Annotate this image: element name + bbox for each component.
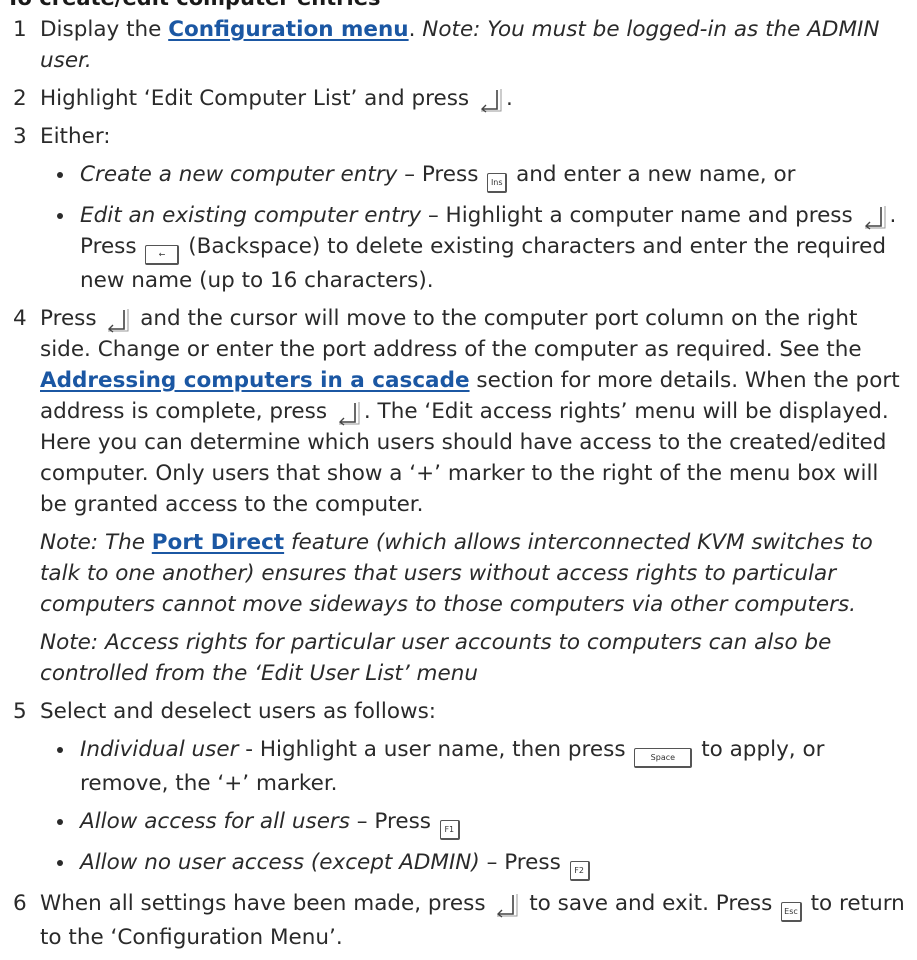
step-4: 4 Press and the cursor will move to the …	[0, 303, 912, 520]
step-text: Select and deselect users as follows:	[40, 699, 437, 724]
access-rights-note: Note: Access rights for particular user …	[40, 630, 832, 686]
esc-key-icon: Esc	[781, 902, 802, 922]
step-5: 5 Select and deselect users as follows: …	[0, 696, 912, 881]
f1-key-icon: F1	[439, 820, 460, 840]
bullet-item: Create a new computer entry – Press Ins …	[40, 159, 912, 193]
enter-key-icon	[105, 307, 131, 333]
configuration-menu-link[interactable]: Configuration menu	[168, 17, 408, 42]
bullet-text: – Press	[349, 809, 438, 834]
bullet-item: Edit an existing computer entry – Highli…	[40, 200, 912, 296]
step-text: Highlight ‘Edit Computer List’ and press	[40, 86, 476, 111]
enter-key-icon	[862, 204, 888, 230]
bullet-text: (Backspace) to delete existing character…	[80, 234, 887, 293]
addressing-cascade-link[interactable]: Addressing computers in a cascade	[40, 368, 470, 393]
step-number: 3	[13, 124, 27, 149]
step-2: 2 Highlight ‘Edit Computer List’ and pre…	[0, 83, 912, 114]
note-text: Note: The	[40, 530, 152, 555]
bullet-item: Allow access for all users – Press F1	[40, 806, 912, 840]
step-text: Press	[40, 306, 104, 331]
f2-key-icon: F2	[569, 861, 590, 881]
step-3: 3 Either: Create a new computer entry – …	[0, 121, 912, 296]
step-text: to save and exit. Press	[522, 891, 780, 916]
bullet-item: Allow no user access (except ADMIN) – Pr…	[40, 847, 912, 881]
step-text: .	[408, 17, 423, 42]
enter-key-icon	[494, 892, 520, 918]
bullet-title: Allow no user access (except ADMIN)	[80, 850, 480, 875]
step-number: 1	[13, 17, 27, 42]
bullet-title: Individual user	[80, 737, 239, 762]
backspace-key-icon: ←	[145, 245, 180, 265]
bullet-list: Create a new computer entry – Press Ins …	[40, 159, 912, 296]
step-number: 6	[13, 891, 27, 916]
space-key-icon: Space	[634, 748, 693, 768]
port-direct-note: Note: The Port Direct feature (which all…	[0, 527, 912, 620]
ins-key-icon: Ins	[487, 173, 508, 193]
step-text: and the cursor will move to the computer…	[40, 306, 862, 362]
step-text: Either:	[40, 124, 111, 149]
step-text: .	[505, 86, 513, 111]
bullet-title: Edit an existing computer entry	[80, 203, 422, 228]
step-number: 2	[13, 86, 27, 111]
port-direct-link[interactable]: Port Direct	[152, 530, 284, 555]
bullet-text: and enter a new name, or	[509, 162, 796, 187]
bullet-text: – Press	[397, 162, 486, 187]
bullet-text: – Press	[479, 850, 568, 875]
enter-key-icon	[336, 400, 362, 426]
enter-key-icon	[478, 87, 504, 113]
section-heading: To create/edit computer entries	[6, 0, 380, 13]
bullet-text: - Highlight a user name, then press	[238, 737, 633, 762]
bullet-title: Allow access for all users	[80, 809, 350, 834]
bullet-item: Individual user - Highlight a user name,…	[40, 734, 912, 799]
step-text: Display the	[40, 17, 169, 42]
instructions-list: 1 Display the Configuration menu. Note: …	[0, 14, 912, 960]
bullet-text: – Highlight a computer name and press	[421, 203, 860, 228]
bullet-list: Individual user - Highlight a user name,…	[40, 734, 912, 881]
step-1: 1 Display the Configuration menu. Note: …	[0, 14, 912, 76]
step-number: 4	[13, 306, 27, 331]
step-6: 6 When all settings have been made, pres…	[0, 888, 912, 953]
bullet-title: Create a new computer entry	[80, 162, 398, 187]
step-text: When all settings have been made, press	[40, 891, 493, 916]
step-number: 5	[13, 699, 27, 724]
